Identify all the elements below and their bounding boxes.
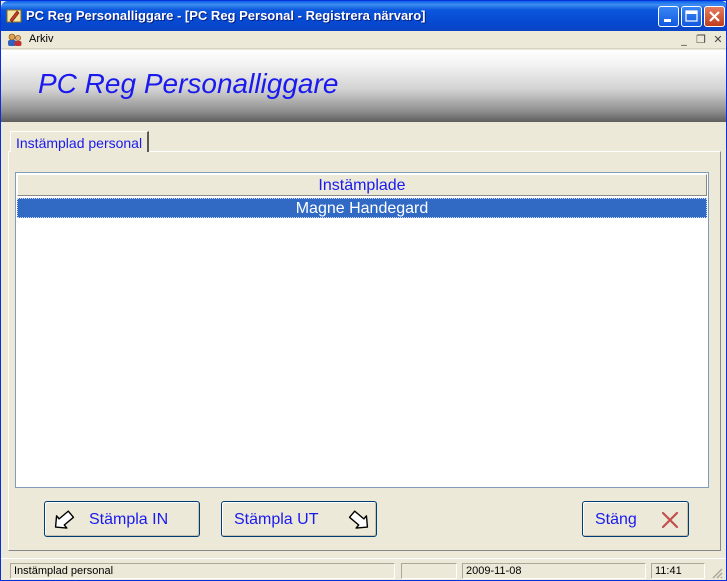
status-empty-panel	[401, 563, 457, 579]
header-banner: PC Reg Personalliggare	[1, 50, 726, 122]
checked-in-list[interactable]: Instämplade Magne Handegard	[15, 172, 709, 488]
minimize-button[interactable]	[658, 6, 679, 27]
mdi-minimize-button[interactable]: _	[678, 34, 690, 46]
close-icon	[709, 11, 720, 22]
column-header-instamplade[interactable]: Instämplade	[17, 174, 707, 196]
arrow-out-icon	[348, 510, 369, 529]
close-window-button[interactable]	[704, 6, 725, 27]
mdi-restore-button[interactable]: ❐	[695, 34, 707, 46]
close-label: Stäng	[595, 511, 637, 528]
people-icon[interactable]	[7, 33, 23, 47]
stamp-out-label: Stämpla UT	[234, 511, 319, 528]
status-date: 2009-11-08	[462, 563, 646, 579]
status-time: 11:41	[651, 563, 705, 579]
arrow-in-icon	[54, 510, 75, 529]
main-window: PC Reg Personalliggare - [PC Reg Persona…	[0, 0, 727, 581]
tab-instamplad-personal[interactable]: Instämplad personal	[10, 131, 150, 152]
close-button[interactable]: Stäng	[582, 501, 689, 537]
app-icon[interactable]	[6, 8, 22, 24]
stamp-in-button[interactable]: Stämpla IN	[44, 501, 200, 537]
status-bar: Instämplad personal 2009-11-08 11:41	[1, 558, 726, 580]
menu-bar: Arkiv _ ❐ ✕	[1, 31, 726, 49]
window-title: PC Reg Personalliggare - [PC Reg Persona…	[26, 8, 426, 23]
title-bar[interactable]: PC Reg Personalliggare - [PC Reg Persona…	[1, 1, 726, 31]
mdi-close-button[interactable]: ✕	[712, 34, 724, 46]
status-message: Instämplad personal	[10, 563, 395, 579]
close-x-icon	[661, 511, 679, 529]
menu-item-arkiv[interactable]: Arkiv	[29, 33, 53, 45]
resize-grip-icon[interactable]	[711, 567, 723, 579]
list-item[interactable]: Magne Handegard	[17, 198, 707, 218]
maximize-button[interactable]	[681, 6, 702, 27]
stamp-out-button[interactable]: Stämpla UT	[221, 501, 377, 537]
stamp-in-label: Stämpla IN	[89, 511, 169, 528]
minimize-icon	[664, 19, 671, 22]
banner-title: PC Reg Personalliggare	[38, 68, 339, 99]
maximize-icon	[685, 10, 698, 22]
